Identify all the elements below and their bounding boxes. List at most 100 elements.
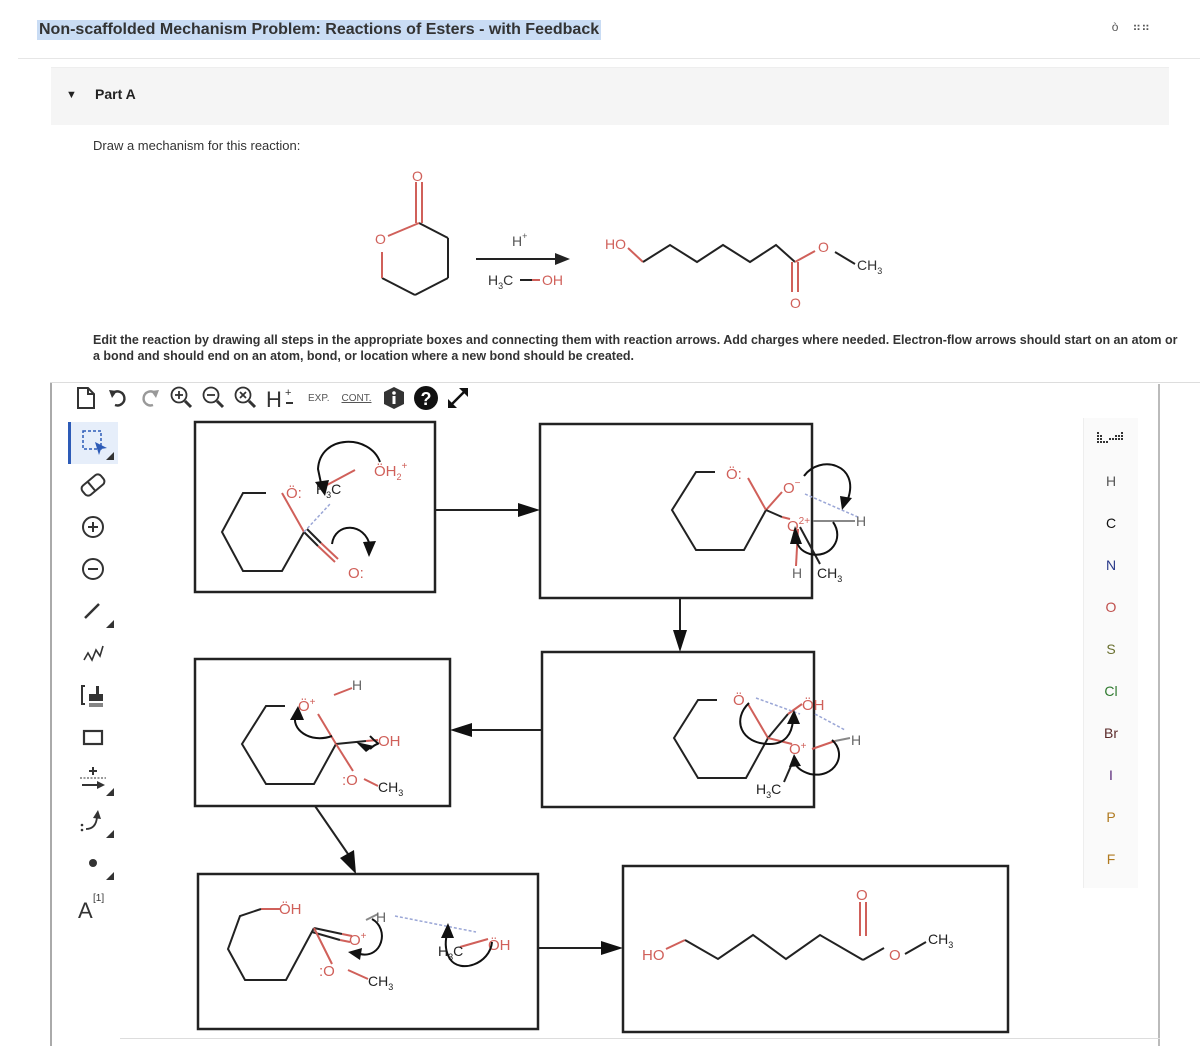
- step-box-1[interactable]: [193, 420, 437, 594]
- template-tool-button[interactable]: [68, 674, 118, 716]
- info-button[interactable]: [378, 383, 410, 413]
- select-tool-button[interactable]: [68, 422, 118, 464]
- zoom-out-icon: [202, 386, 225, 409]
- vertical-scrollbar[interactable]: [1158, 384, 1160, 1046]
- step-arrow-3-5[interactable]: [314, 805, 356, 874]
- hydrogen-toggle-button[interactable]: H +: [262, 383, 302, 413]
- box3-h: H: [352, 677, 362, 693]
- element-cl[interactable]: Cl: [1084, 670, 1138, 712]
- undo-icon: [109, 390, 126, 407]
- step-box-2[interactable]: [538, 422, 814, 600]
- info-icon: [383, 387, 404, 409]
- box2-ch3: CH3: [817, 565, 842, 584]
- new-document-button[interactable]: [70, 383, 102, 413]
- reagent-h: H+: [512, 231, 527, 249]
- element-o[interactable]: O: [1084, 586, 1138, 628]
- expand-button[interactable]: EXP.: [302, 393, 336, 404]
- box6-ho: HO: [642, 947, 665, 964]
- zoom-out-button[interactable]: [198, 383, 230, 413]
- reagent-oh: OH: [542, 272, 563, 288]
- bracket-template-icon: [81, 685, 103, 707]
- redo-button[interactable]: [134, 383, 166, 413]
- single-bond-icon: [84, 603, 100, 619]
- step-arrow-2-4[interactable]: [673, 598, 687, 652]
- box2-h-bottom: H: [792, 565, 802, 581]
- radical-tool-button[interactable]: [68, 842, 118, 884]
- step-box-3[interactable]: [193, 657, 452, 808]
- svg-text:H: H: [266, 387, 282, 411]
- element-n[interactable]: N: [1084, 544, 1138, 586]
- top-icons: ò ⠶⠶: [1112, 20, 1150, 34]
- rectangle-icon: [82, 729, 104, 746]
- atom-map-tool-button[interactable]: A [1]: [68, 884, 118, 926]
- element-p[interactable]: P: [1084, 796, 1138, 838]
- part-label: Part A: [95, 86, 136, 102]
- reaction-arrow-icon: [80, 767, 106, 789]
- contract-button[interactable]: CONT.: [336, 393, 378, 404]
- box2-ring-o: Ö:: [726, 465, 742, 483]
- element-s[interactable]: S: [1084, 628, 1138, 670]
- box6-ester-o: O: [889, 947, 901, 964]
- product-carbonyl-o: O: [790, 295, 801, 311]
- box5-molecule[interactable]: ÖH O+ H :O CH3 H3C ÖH: [226, 900, 511, 992]
- box1-ring-o: Ö:: [286, 484, 302, 502]
- box4-h: H: [851, 732, 861, 748]
- negative-charge-tool-button[interactable]: [68, 548, 118, 590]
- eraser-tool-button[interactable]: [68, 464, 118, 506]
- undo-button[interactable]: [102, 383, 134, 413]
- step-arrow-4-3[interactable]: [450, 723, 542, 737]
- instructions-text: Edit the reaction by drawing all steps i…: [93, 333, 1178, 363]
- zoom-in-icon: [170, 386, 193, 409]
- element-palette: H C N O S Cl Br I P F: [1083, 418, 1138, 888]
- svg-text:A: A: [78, 898, 93, 920]
- zoom-in-button[interactable]: [166, 383, 198, 413]
- box5-ch3: CH3: [368, 973, 393, 992]
- hydrogen-toggle-icon: H +: [266, 387, 293, 411]
- box4-ring-o: Ö: [733, 691, 745, 709]
- product-ester-o: O: [818, 239, 829, 255]
- periodic-table-icon: [1097, 432, 1123, 443]
- part-header[interactable]: ▼ Part A: [51, 67, 1169, 125]
- zoom-reset-button[interactable]: [230, 383, 262, 413]
- chain-tool-button[interactable]: [68, 632, 118, 674]
- step-arrow-5-6[interactable]: [538, 941, 623, 955]
- box6-carbonyl-o: O: [856, 887, 868, 904]
- grid-icon[interactable]: ⠶⠶: [1132, 20, 1150, 34]
- box1-molecule[interactable]: Ö: H3C ÖH2+ O:: [220, 440, 408, 582]
- element-f[interactable]: F: [1084, 838, 1138, 880]
- box3-ch3: CH3: [378, 779, 403, 798]
- box1-oh2: ÖH2+: [374, 461, 408, 482]
- box3-molecule[interactable]: Ö+ H OH :O CH3: [240, 677, 403, 798]
- element-br[interactable]: Br: [1084, 712, 1138, 754]
- eraser-icon: [80, 473, 106, 497]
- svg-text:+: +: [285, 387, 291, 399]
- electron-flow-tool-button[interactable]: [68, 800, 118, 842]
- box6-ch3: CH3: [928, 931, 953, 950]
- fullscreen-button[interactable]: [442, 383, 474, 413]
- box2-molecule[interactable]: Ö: O− O2+ H H CH3: [670, 463, 866, 584]
- product-ho: HO: [605, 236, 626, 252]
- element-i[interactable]: I: [1084, 754, 1138, 796]
- reaction-scheme: O O H+ H3C OH HO O O CH3: [375, 168, 882, 311]
- reagent-methanol: H3C: [488, 272, 513, 291]
- element-c[interactable]: C: [1084, 502, 1138, 544]
- box3-o: :O: [342, 772, 358, 789]
- box4-o-plus: O+: [789, 741, 807, 758]
- rectangle-tool-button[interactable]: [68, 716, 118, 758]
- redo-icon: [142, 390, 159, 407]
- reaction-arrow-tool-button[interactable]: [68, 758, 118, 800]
- element-h[interactable]: H: [1084, 460, 1138, 502]
- collapse-triangle-icon[interactable]: ▼: [66, 89, 77, 101]
- positive-charge-tool-button[interactable]: [68, 506, 118, 548]
- bond-tool-button[interactable]: [68, 590, 118, 632]
- step-box-5[interactable]: [196, 872, 540, 1031]
- box4-oh: ÖH: [802, 696, 825, 714]
- help-button[interactable]: ?: [410, 383, 442, 413]
- document-icon[interactable]: ò: [1112, 20, 1119, 34]
- box4-molecule[interactable]: Ö ÖH O+ H H3C: [672, 691, 861, 800]
- box6-molecule[interactable]: HO O O CH3: [642, 887, 953, 964]
- plus-circle-icon: [82, 516, 104, 538]
- drawing-canvas[interactable]: Ö: H3C ÖH2+ O: Ö: O− O2+ H H CH3: [120, 414, 1080, 1046]
- step-arrow-1-2[interactable]: [435, 503, 540, 517]
- periodic-table-button[interactable]: [1084, 418, 1138, 460]
